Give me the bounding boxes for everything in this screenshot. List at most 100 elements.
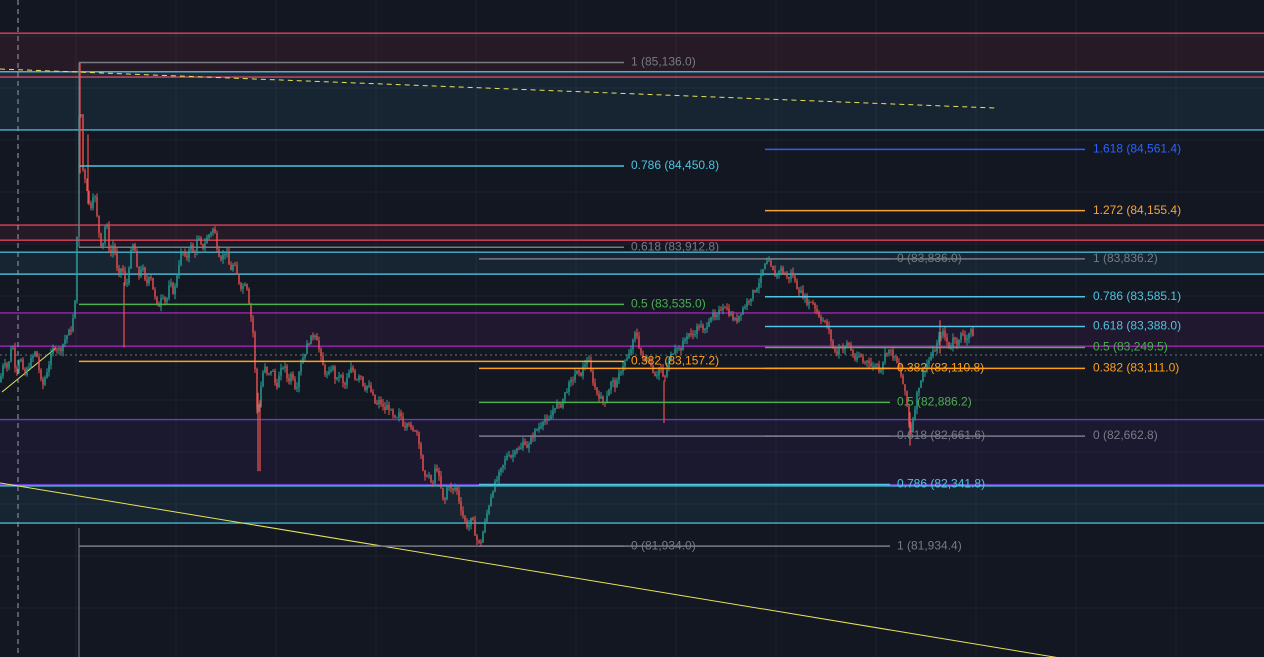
candle-body (690, 333, 692, 335)
candle-body (354, 370, 356, 380)
candle-body (410, 424, 412, 428)
candle-body (658, 368, 660, 376)
candle-body (608, 389, 610, 396)
candle-body (276, 382, 278, 388)
candle-body (28, 367, 30, 369)
price-chart-svg[interactable]: 1 (85,136.0) 0.786 (84,450.8) 0.618 (83,91… (0, 0, 1264, 657)
candle-body (934, 350, 936, 352)
candle-body (184, 251, 186, 256)
candle-body (780, 267, 782, 271)
candle-body (110, 249, 112, 253)
candle-body (264, 366, 266, 373)
candle-body (514, 451, 516, 455)
candle-body (364, 385, 366, 390)
candle-body (636, 332, 638, 337)
candle-body (484, 520, 486, 532)
candle-body (696, 326, 698, 335)
candle-body (342, 375, 344, 384)
candle-body (108, 225, 110, 250)
candle-body (412, 427, 414, 431)
candle-body (44, 377, 46, 385)
candle-body (346, 377, 348, 385)
candle-body (36, 351, 38, 357)
candle-body (90, 203, 92, 209)
candle-body (188, 249, 190, 258)
candle-body (476, 535, 478, 540)
candle-body (464, 516, 466, 521)
candle-body (458, 490, 460, 502)
candle-body (466, 520, 468, 528)
candle-body (552, 410, 554, 416)
candle-body (74, 300, 76, 319)
candle-body (820, 316, 822, 321)
candle-body (756, 288, 758, 292)
candle-body (382, 403, 384, 407)
candle-body (294, 378, 296, 389)
candle-body (376, 403, 378, 405)
candle-body (784, 273, 786, 275)
candle-body (700, 325, 702, 328)
candle-body (64, 339, 66, 344)
candle-body (414, 430, 416, 432)
candle-body (704, 328, 706, 330)
cyan-zone-low (0, 485, 1264, 524)
candle-body (420, 444, 422, 456)
chart-area[interactable]: 1 (85,136.0) 0.786 (84,450.8) 0.618 (83,91… (0, 0, 1264, 657)
candle-body (728, 308, 730, 316)
candle-body (176, 275, 178, 287)
candle-body (742, 308, 744, 314)
fib-level-label: 1.618 (84,561.4) (1093, 141, 1181, 155)
candle-body (368, 385, 370, 387)
candle-body (8, 361, 10, 368)
candle-body (684, 339, 686, 341)
candle-body (192, 244, 194, 252)
candle-body (150, 277, 152, 279)
candle-body (278, 375, 280, 388)
candle-body (502, 464, 504, 468)
candle-body (66, 335, 68, 340)
candle-body (638, 336, 640, 348)
candle-body (390, 409, 392, 411)
candle-body (500, 467, 502, 473)
candle-body (694, 334, 696, 336)
candle-body (194, 251, 196, 253)
candle-body (750, 298, 752, 302)
candle-body (460, 501, 462, 511)
candle-body (404, 426, 406, 428)
candle-body (296, 387, 298, 389)
candle-body (84, 169, 86, 180)
candle-body (54, 347, 56, 350)
candle-body (942, 330, 944, 336)
candle-body (138, 267, 140, 277)
candle-body (130, 250, 132, 269)
candle-body (602, 396, 604, 402)
candle-body (246, 284, 248, 290)
fib-level-label: 0.618 (83,388.0) (1093, 319, 1181, 333)
candle-body (174, 286, 176, 294)
candle-body (152, 277, 154, 290)
candle-body (766, 261, 768, 264)
candle-body (664, 375, 666, 377)
candle-body (438, 471, 440, 476)
candle-body (824, 320, 826, 322)
candle-body (148, 277, 150, 284)
candle-body (434, 468, 436, 483)
candle-body (32, 355, 34, 359)
candle-body (610, 382, 612, 390)
candle-body (494, 481, 496, 492)
candle-body (46, 372, 48, 378)
candle-body (798, 289, 800, 293)
candle-body (546, 418, 548, 420)
candle-body (4, 363, 6, 366)
candle-body (384, 406, 386, 410)
candle-body (918, 387, 920, 393)
candle-body (732, 314, 734, 320)
candle-body (618, 373, 620, 380)
candle-body (544, 418, 546, 423)
candle-body (542, 422, 544, 426)
candle-body (164, 297, 166, 302)
candle-body (450, 486, 452, 489)
candle-body (714, 312, 716, 318)
candle-body (768, 260, 770, 262)
candle-body (14, 347, 16, 368)
